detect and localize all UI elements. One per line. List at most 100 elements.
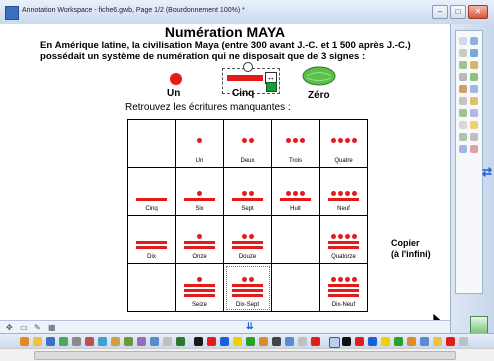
- toolbar-tool-icon[interactable]: [355, 337, 364, 346]
- horizontal-scrollbar[interactable]: [0, 348, 494, 361]
- grid-cell[interactable]: Dix: [127, 215, 176, 264]
- toolbar-tool-icon[interactable]: [329, 337, 340, 348]
- toolbar-tool-icon[interactable]: [311, 337, 320, 346]
- toolbar-tool-icon[interactable]: [124, 337, 133, 346]
- minimize-button[interactable]: –: [432, 5, 448, 19]
- grid-cell[interactable]: Dix-Neuf: [319, 263, 368, 312]
- grid-cell[interactable]: Onze: [175, 215, 224, 264]
- grid-cell[interactable]: [127, 263, 176, 312]
- toolbar-tool-icon[interactable]: [433, 337, 442, 346]
- grid-cell[interactable]: Neuf: [319, 167, 368, 216]
- grid-cell[interactable]: Sept: [223, 167, 272, 216]
- toolbar-tool-icon[interactable]: [381, 337, 390, 346]
- toolbar-tool-icon[interactable]: [20, 337, 29, 346]
- palette-tool-icon[interactable]: [459, 109, 467, 117]
- palette-tool-icon[interactable]: [470, 49, 478, 57]
- add-page-icon[interactable]: ✥: [6, 323, 13, 332]
- maya-dot-sign[interactable]: [170, 73, 182, 85]
- palette-tool-icon[interactable]: [470, 37, 478, 45]
- toolbar-tool-icon[interactable]: [194, 337, 203, 346]
- toolbar-tool-icon[interactable]: [207, 337, 216, 346]
- maya-shell-sign[interactable]: [302, 66, 336, 86]
- glyph-bar: [232, 284, 263, 287]
- palette-tool-icon[interactable]: [459, 97, 467, 105]
- palette-tool-icon[interactable]: [459, 85, 467, 93]
- palette-tool-icon[interactable]: [470, 73, 478, 81]
- palette-tool-icon[interactable]: [470, 97, 478, 105]
- palette-tool-icon[interactable]: [459, 121, 467, 129]
- palette-tool-icon[interactable]: [459, 37, 467, 45]
- toolbar-tool-icon[interactable]: [46, 337, 55, 346]
- palette-tool-icon[interactable]: [470, 109, 478, 117]
- rotate-handle-icon[interactable]: [243, 62, 253, 72]
- toolbar-tool-icon[interactable]: [98, 337, 107, 346]
- grid-cell[interactable]: Douze: [223, 215, 272, 264]
- toolbar-tool-icon[interactable]: [259, 337, 268, 346]
- toolbar-tool-icon[interactable]: [220, 337, 229, 346]
- edit-page-icon[interactable]: ✎: [34, 323, 41, 332]
- copy-note-line2: (à l'infini): [391, 249, 431, 259]
- grid-cell[interactable]: Six: [175, 167, 224, 216]
- toolbar-tool-icon[interactable]: [137, 337, 146, 346]
- glyph-bar: [232, 198, 263, 201]
- glyph-dot: [337, 277, 343, 282]
- toolbar-tool-icon[interactable]: [163, 337, 172, 346]
- grid-cell[interactable]: Seize: [175, 263, 224, 312]
- toolbar-tool-icon[interactable]: [150, 337, 159, 346]
- grid-cell[interactable]: [271, 215, 320, 264]
- toolbar-tool-icon[interactable]: [368, 337, 377, 346]
- remove-page-icon[interactable]: ▭: [20, 323, 28, 332]
- toolbar-tool-icon[interactable]: [459, 337, 468, 346]
- grid-cell[interactable]: [271, 263, 320, 312]
- toolbar-tool-icon[interactable]: [111, 337, 120, 346]
- close-button[interactable]: ✕: [468, 5, 488, 19]
- toolbar-tool-icon[interactable]: [33, 337, 42, 346]
- palette-tool-icon[interactable]: [470, 121, 478, 129]
- toolbar-tool-icon[interactable]: [446, 337, 455, 346]
- palette-tool-icon[interactable]: [459, 145, 467, 153]
- palette-tool-icon[interactable]: [459, 49, 467, 57]
- palette-tool-icon[interactable]: [470, 61, 478, 69]
- toolbar-tool-icon[interactable]: [246, 337, 255, 346]
- maximize-button[interactable]: □: [450, 5, 466, 19]
- toolbar-tool-icon[interactable]: [59, 337, 68, 346]
- toolbar-tool-icon[interactable]: [407, 337, 416, 346]
- grid-cell[interactable]: Huit: [271, 167, 320, 216]
- palette-tool-icon[interactable]: [470, 133, 478, 141]
- glyph-bar: [280, 198, 311, 201]
- toolbar-tool-icon[interactable]: [176, 337, 185, 346]
- page-list-icon[interactable]: ▦: [48, 323, 56, 332]
- grid-cell[interactable]: Deux: [223, 119, 272, 168]
- expand-arrow-icon[interactable]: ⇄: [482, 166, 492, 178]
- grid-cell[interactable]: Un: [175, 119, 224, 168]
- toolbar-tool-icon[interactable]: [298, 337, 307, 346]
- grid-cell[interactable]: Quatorze: [319, 215, 368, 264]
- grid-cell[interactable]: Quatre: [319, 119, 368, 168]
- glyph-dot: [330, 191, 336, 196]
- toolbar-tool-icon[interactable]: [233, 337, 242, 346]
- palette-tool-icon[interactable]: [459, 61, 467, 69]
- grid-cell[interactable]: Dix-Sept: [223, 263, 272, 312]
- toolbar-tool-icon[interactable]: [272, 337, 281, 346]
- scrollbar-thumb[interactable]: [34, 351, 456, 360]
- grid-cell-label: Dix-Sept: [235, 302, 259, 308]
- toolbar-tool-icon[interactable]: [72, 337, 81, 346]
- toolbar-tool-icon[interactable]: [285, 337, 294, 346]
- toolbar-tool-icon[interactable]: [342, 337, 351, 346]
- grid-cell[interactable]: Trois: [271, 119, 320, 168]
- glyph-bar: [328, 284, 359, 287]
- gallery-icon[interactable]: [470, 316, 488, 334]
- toolbar-tool-icon[interactable]: [420, 337, 429, 346]
- glyph-dot: [197, 138, 202, 143]
- palette-tool-icon[interactable]: [459, 133, 467, 141]
- toolbar-tool-icon[interactable]: [85, 337, 94, 346]
- palette-tool-icon[interactable]: [470, 85, 478, 93]
- grid-cell[interactable]: Cinq: [127, 167, 176, 216]
- grid-cell[interactable]: [127, 119, 176, 168]
- toolbar-tool-icon[interactable]: [394, 337, 403, 346]
- clone-handle-icon[interactable]: [266, 82, 277, 92]
- grid-cell-label: Dix: [147, 254, 156, 260]
- palette-tool-icon[interactable]: [470, 145, 478, 153]
- next-page-icon[interactable]: ⇊: [246, 321, 254, 332]
- palette-tool-icon[interactable]: [459, 73, 467, 81]
